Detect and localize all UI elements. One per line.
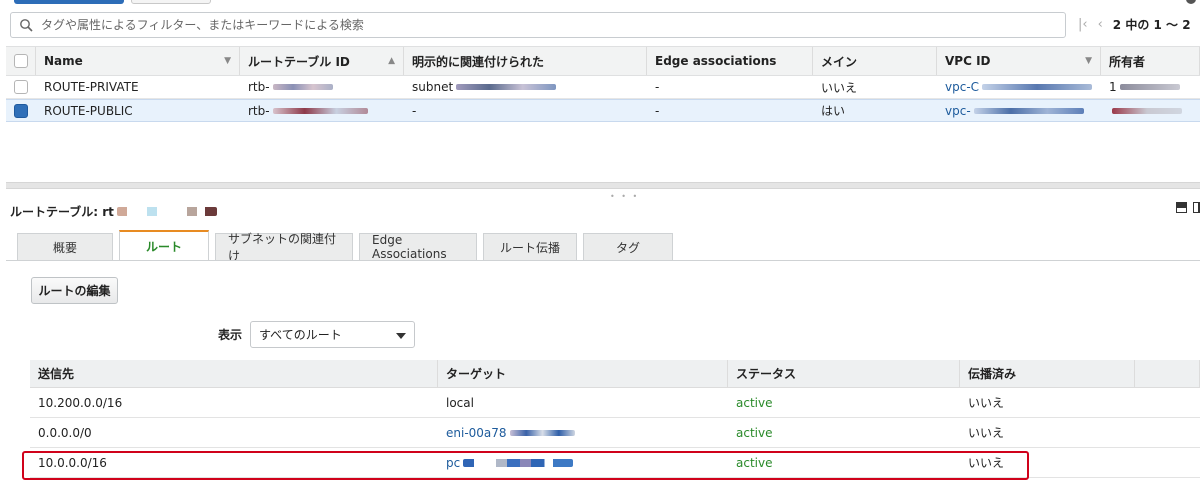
col-vpc-id[interactable]: VPC ID ▼ [937, 47, 1101, 75]
row-select-cell[interactable] [6, 76, 36, 98]
first-page-icon[interactable]: |‹ [1078, 17, 1088, 32]
route-filter-select[interactable]: すべてのルート [250, 321, 416, 348]
route-propagated: いいえ [968, 396, 1005, 410]
row-id: rtb- [240, 100, 404, 121]
detail-title: ルートテーブル: rt [10, 203, 217, 220]
route-destination: 10.0.0.0/16 [38, 455, 107, 470]
route-filter: 表示 すべてのルート [218, 321, 416, 348]
route-status: active [736, 455, 773, 470]
table-header: Name ▼ ルートテーブル ID ▲ 明示的に関連付けられた Edge assoc… [6, 46, 1200, 76]
row-assoc: - [412, 103, 417, 118]
tab-summary[interactable]: 概要 [17, 233, 113, 260]
row-owner [1101, 100, 1200, 121]
redacted [1112, 107, 1182, 114]
col-target: ターゲット [438, 360, 728, 387]
tab-underline [6, 260, 1200, 261]
pagination-text: 2 中の 1 〜 2 [1112, 18, 1191, 32]
col-route-table-id[interactable]: ルートテーブル ID ▲ [240, 47, 404, 75]
splitter-grip-icon[interactable]: • • • [610, 192, 639, 201]
routes-header: 送信先 ターゲット ステータス 伝播済み [30, 360, 1200, 388]
sort-icon: ▼ [224, 56, 231, 66]
row-edge: - [655, 80, 660, 94]
row-assoc: subnet [404, 76, 647, 98]
table-row-selected[interactable]: ROUTE-PUBLIC rtb- - - はい vpc- [6, 99, 1200, 122]
row-checkbox-checked[interactable] [14, 103, 28, 118]
search-icon [11, 18, 41, 32]
row-name: ROUTE-PRIVATE [44, 80, 139, 94]
route-target-link[interactable]: eni-00a78 [438, 418, 728, 447]
route-target-link[interactable]: pc [438, 448, 728, 477]
layout-side-icon[interactable] [1193, 202, 1200, 213]
col-extra [1135, 360, 1200, 387]
col-main[interactable]: メイン [813, 47, 937, 75]
chevron-down-icon [396, 328, 407, 342]
row-select-cell[interactable] [6, 100, 36, 121]
tab-subnet-associations[interactable]: サブネットの関連付け [215, 232, 353, 263]
sort-icon: ▼ [1085, 56, 1092, 66]
col-status: ステータス [728, 360, 960, 387]
row-name: ROUTE-PUBLIC [44, 103, 133, 118]
tab-tags[interactable]: タグ [583, 233, 673, 260]
search-bar[interactable] [10, 12, 1066, 38]
redacted [272, 107, 368, 114]
tab-edge-associations[interactable]: Edge Associations [359, 233, 477, 261]
pagination: |‹ ‹ 2 中の 1 〜 2 [1078, 16, 1191, 33]
select-all-cell[interactable] [6, 47, 36, 75]
sort-asc-icon: ▲ [388, 56, 395, 66]
filter-label: 表示 [218, 328, 243, 342]
route-row: 10.200.0.0/16 local active いいえ [30, 388, 1200, 418]
route-destination: 0.0.0.0/0 [38, 425, 92, 440]
row-vpc-link[interactable]: vpc- [937, 100, 1101, 121]
route-target: local [446, 395, 474, 410]
redacted [272, 84, 333, 90]
redacted [1119, 84, 1180, 90]
row-main: はい [821, 104, 846, 118]
row-id: rtb- [240, 76, 404, 98]
row-main: いいえ [821, 80, 858, 95]
row-owner: 1 [1101, 76, 1200, 98]
col-explicit-assoc[interactable]: 明示的に関連付けられた [404, 47, 647, 75]
pane-layout-controls [1176, 202, 1200, 213]
routes-table: 送信先 ターゲット ステータス 伝播済み 10.200.0.0/16 local… [30, 360, 1200, 478]
col-name[interactable]: Name ▼ [36, 47, 240, 75]
gear-icon[interactable] [1186, 0, 1196, 4]
row-checkbox[interactable] [14, 80, 28, 94]
col-propagated: 伝播済み [960, 360, 1135, 387]
edit-routes-button[interactable]: ルートの編集 [31, 277, 118, 304]
layout-bottom-icon[interactable] [1176, 202, 1187, 213]
route-destination: 10.200.0.0/16 [38, 395, 123, 410]
row-vpc-link[interactable]: vpc-C [937, 76, 1101, 98]
route-status: active [736, 395, 773, 410]
actions-button[interactable] [131, 0, 211, 4]
col-owner[interactable]: 所有者 [1101, 47, 1200, 75]
filter-value: すべてのルート [259, 328, 342, 342]
search-input[interactable] [41, 18, 1065, 32]
tab-route-propagation[interactable]: ルート伝播 [483, 233, 577, 260]
route-row-highlighted: 10.0.0.0/16 pc active いいえ [30, 448, 1200, 478]
route-status: active [736, 425, 773, 440]
route-tables-table: Name ▼ ルートテーブル ID ▲ 明示的に関連付けられた Edge assoc… [6, 46, 1200, 122]
prev-page-icon[interactable]: ‹ [1098, 17, 1103, 32]
pane-splitter[interactable] [6, 182, 1200, 189]
redacted [973, 107, 1084, 114]
row-edge: - [655, 103, 660, 118]
col-edge-assoc[interactable]: Edge associations [647, 47, 813, 75]
redacted [982, 84, 1093, 90]
table-row[interactable]: ROUTE-PRIVATE rtb- subnet - いいえ vpc-C 1 [6, 76, 1200, 99]
col-destination: 送信先 [30, 360, 438, 387]
detail-tabs: 概要 ルート サブネットの関連付け Edge Associations ルート伝… [17, 230, 673, 263]
route-propagated: いいえ [968, 426, 1005, 440]
redacted [456, 84, 557, 90]
top-toolbar [0, 0, 1200, 8]
redacted [463, 458, 574, 467]
select-all-checkbox[interactable] [14, 54, 28, 68]
route-propagated: いいえ [968, 456, 1005, 470]
redacted [509, 429, 575, 436]
route-row: 0.0.0.0/0 eni-00a78 active いいえ [30, 418, 1200, 448]
redacted [116, 207, 217, 216]
tab-routes[interactable]: ルート [119, 230, 209, 260]
create-button[interactable] [14, 0, 124, 4]
